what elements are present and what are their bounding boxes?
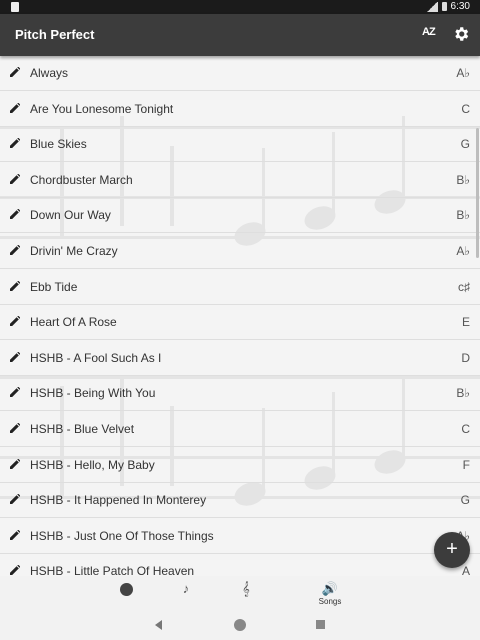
pencil-icon[interactable]	[10, 565, 20, 576]
pencil-icon[interactable]	[10, 316, 20, 327]
song-row[interactable]: HSHB - Little Patch Of Heaven A	[0, 554, 480, 576]
song-key: A	[461, 564, 470, 576]
song-key: C	[461, 101, 470, 116]
pencil-icon[interactable]	[10, 173, 20, 184]
song-title: HSHB - A Fool Such As I	[30, 350, 162, 365]
song-row[interactable]: Blue Skies G	[0, 127, 480, 163]
song-title: Blue Skies	[30, 137, 87, 152]
nav-clef[interactable]: 𝄞	[216, 576, 276, 610]
song-title: Down Our Way	[30, 208, 111, 223]
pencil-icon[interactable]	[10, 245, 20, 255]
song-key: A♭	[456, 66, 470, 80]
pencil-icon[interactable]	[10, 458, 20, 469]
song-row[interactable]: HSHB - Being With You B♭	[0, 376, 480, 412]
song-key: C	[461, 422, 470, 436]
back-icon[interactable]	[155, 620, 162, 630]
song-key: B♭	[456, 208, 470, 223]
nav-songs-label: Songs	[318, 597, 342, 606]
pencil-icon[interactable]	[10, 138, 20, 149]
song-title: Chordbuster March	[30, 172, 133, 187]
song-row[interactable]: Heart Of A Rose E	[0, 305, 480, 341]
song-row[interactable]: Ebb Tide c♯	[0, 270, 480, 305]
song-row[interactable]: Down Our Way B♭	[0, 198, 480, 234]
song-title: Are You Lonesome Tonight	[30, 101, 174, 116]
song-key: G	[460, 137, 470, 152]
song-title: HSHB - It Happened In Monterey	[30, 493, 207, 508]
song-title: HSHB - Just One Of Those Things	[30, 528, 214, 543]
song-row[interactable]: HSHB - Just One Of Those ThingsA♭	[0, 519, 480, 554]
app-bar: Pitch Perfect AZ	[0, 14, 480, 56]
song-key: D	[461, 350, 470, 365]
song-title: HSHB - Little Patch Of Heaven	[30, 564, 195, 576]
pencil-icon[interactable]	[10, 102, 20, 113]
song-row[interactable]: HSHB - It Happened In Monterey G	[0, 483, 480, 519]
pencil-icon[interactable]	[10, 494, 20, 505]
song-row[interactable]: Drivin' Me Crazy A♭	[0, 234, 480, 269]
sort-az-icon[interactable]: AZ	[422, 26, 436, 38]
song-key: B♭	[456, 386, 470, 401]
home-icon[interactable]	[234, 619, 246, 631]
pencil-icon[interactable]	[10, 351, 20, 362]
song-title: Drivin' Me Crazy	[30, 244, 118, 258]
system-nav-bar	[0, 610, 480, 640]
song-key: A♭	[456, 244, 470, 258]
song-title: Always	[30, 66, 69, 80]
pencil-icon[interactable]	[10, 209, 20, 220]
song-row[interactable]: Chordbuster March B♭	[0, 163, 480, 198]
nav-songs[interactable]: 🔊 Songs	[300, 576, 360, 610]
song-title: HSHB - Blue Velvet	[30, 422, 135, 436]
nav-note[interactable]: ♪	[156, 576, 216, 610]
status-bar: 6:30	[0, 0, 480, 14]
pencil-icon[interactable]	[10, 529, 20, 540]
status-time: 6:30	[450, 1, 470, 12]
treble-clef-icon: 𝄞	[242, 581, 250, 596]
song-row[interactable]: HSHB - Hello, My Baby F	[0, 448, 480, 483]
gear-icon[interactable]	[452, 25, 470, 43]
song-key: B♭	[456, 172, 470, 187]
song-key: c♯	[458, 279, 470, 294]
signal-icon	[425, 1, 438, 12]
battery-icon	[441, 2, 447, 11]
song-row[interactable]: Always A♭	[0, 56, 480, 91]
recents-icon[interactable]	[316, 620, 325, 629]
sim-card-icon	[11, 2, 19, 12]
note-icon: ♪	[182, 581, 190, 596]
nav-clock[interactable]	[96, 576, 156, 610]
song-list[interactable]: Always A♭ Are You Lonesome Tonight C Blue Sk…	[0, 56, 480, 576]
song-title: HSHB - Hello, My Baby	[30, 457, 155, 472]
add-song-button[interactable]: +	[434, 532, 470, 568]
pencil-icon[interactable]	[10, 423, 20, 433]
song-title: Ebb Tide	[30, 279, 78, 294]
song-row[interactable]: HSHB - A Fool Such As I D	[0, 341, 480, 376]
pencil-icon[interactable]	[10, 387, 20, 398]
scrollbar[interactable]	[476, 128, 479, 258]
song-row[interactable]: HSHB - Blue Velvet C	[0, 412, 480, 447]
song-row[interactable]: Are You Lonesome Tonight C	[0, 92, 480, 127]
pencil-icon[interactable]	[10, 280, 20, 291]
song-key: G	[460, 493, 470, 508]
song-key: E	[461, 315, 470, 330]
speaker-icon: 🔊	[321, 581, 339, 596]
song-title: Heart Of A Rose	[30, 315, 117, 330]
song-title: HSHB - Being With You	[30, 386, 156, 401]
clock-icon	[119, 583, 133, 596]
song-key: F	[462, 457, 470, 472]
bottom-nav: ♪ 𝄞 🔊 Songs	[0, 576, 480, 610]
pencil-icon[interactable]	[10, 67, 20, 77]
app-title: Pitch Perfect	[15, 27, 95, 42]
